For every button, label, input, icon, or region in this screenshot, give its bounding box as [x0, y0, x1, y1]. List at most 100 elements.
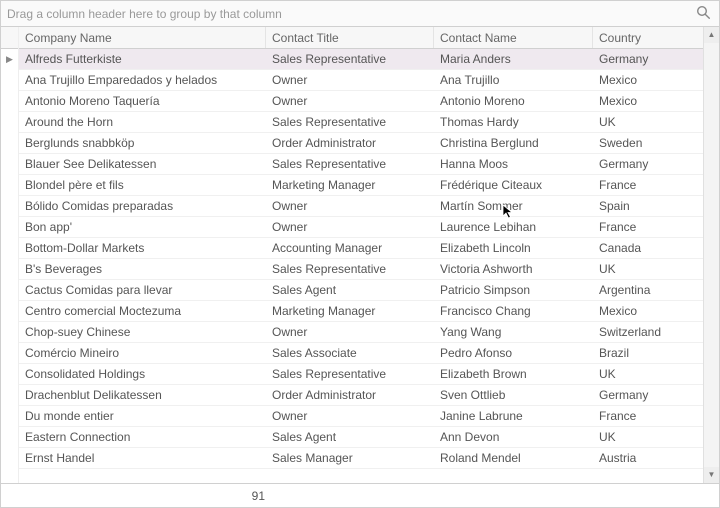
table-body: Alfreds Futterkiste Sales Representative M… [19, 49, 703, 483]
table-row[interactable]: Antonio Moreno TaqueríaOwnerAntonio More… [19, 91, 703, 112]
cell-contact: Sven Ottlieb [434, 385, 593, 405]
table-row[interactable]: Blauer See DelikatessenSales Representat… [19, 154, 703, 175]
table-row[interactable]: Ernst HandelSales ManagerRoland MendelAu… [19, 448, 703, 469]
table-row[interactable]: Blondel père et filsMarketing ManagerFré… [19, 175, 703, 196]
row-selector[interactable] [1, 70, 18, 91]
cell-title: Accounting Manager [266, 238, 434, 258]
table-row[interactable]: Comércio MineiroSales AssociatePedro Afo… [19, 343, 703, 364]
row-selector[interactable] [1, 364, 18, 385]
table-row[interactable]: Bottom-Dollar MarketsAccounting ManagerE… [19, 238, 703, 259]
cell-country: Switzerland [593, 322, 689, 342]
row-selector[interactable] [1, 343, 18, 364]
row-selector[interactable] [1, 385, 18, 406]
cell-company: Drachenblut Delikatessen [19, 385, 266, 405]
cell-contact: Thomas Hardy [434, 112, 593, 132]
table-row[interactable]: Drachenblut DelikatessenOrder Administra… [19, 385, 703, 406]
cell-title: Sales Agent [266, 427, 434, 447]
cell-title: Sales Associate [266, 343, 434, 363]
row-selector[interactable] [1, 406, 18, 427]
cell-country: France [593, 217, 689, 237]
data-grid: Drag a column header here to group by th… [0, 0, 720, 508]
cell-title: Owner [266, 217, 434, 237]
cell-title: Sales Manager [266, 448, 434, 468]
table-row[interactable]: Berglunds snabbköpOrder AdministratorChr… [19, 133, 703, 154]
cell-company: Antonio Moreno Taquería [19, 91, 266, 111]
cell-title: Marketing Manager [266, 301, 434, 321]
row-selector[interactable] [1, 217, 18, 238]
table-row[interactable]: Around the HornSales RepresentativeThoma… [19, 112, 703, 133]
row-selector[interactable] [1, 154, 18, 175]
row-selector[interactable] [1, 448, 18, 469]
row-selector[interactable] [1, 175, 18, 196]
table-row[interactable]: B's BeveragesSales RepresentativeVictori… [19, 259, 703, 280]
column-header-contact[interactable]: Contact Name [434, 27, 593, 48]
scroll-up-button[interactable]: ▲ [704, 27, 719, 43]
cell-contact: Francisco Chang [434, 301, 593, 321]
cell-company: Blondel père et fils [19, 175, 266, 195]
cell-title: Sales Representative [266, 259, 434, 279]
cell-company: Alfreds Futterkiste [19, 49, 266, 69]
cell-country: France [593, 175, 689, 195]
column-header-country[interactable]: Country [593, 27, 689, 48]
cell-company: Blauer See Delikatessen [19, 154, 266, 174]
cell-contact: Janine Labrune [434, 406, 593, 426]
row-selector[interactable] [1, 322, 18, 343]
table-row[interactable]: Bon app'OwnerLaurence LebihanFrance [19, 217, 703, 238]
table-row[interactable]: Cactus Comidas para llevarSales AgentPat… [19, 280, 703, 301]
cell-contact: Elizabeth Lincoln [434, 238, 593, 258]
cell-contact: Frédérique Citeaux [434, 175, 593, 195]
cell-contact: Pedro Afonso [434, 343, 593, 363]
search-icon[interactable] [696, 5, 711, 23]
row-selector[interactable] [1, 238, 18, 259]
group-by-placeholder: Drag a column header here to group by th… [7, 7, 282, 21]
cell-company: Consolidated Holdings [19, 364, 266, 384]
cell-country: Mexico [593, 91, 689, 111]
row-count: 91 [235, 489, 265, 503]
row-selector[interactable] [1, 427, 18, 448]
cell-company: Ana Trujillo Emparedados y helados [19, 70, 266, 90]
cell-contact: Maria Anders [434, 49, 593, 69]
table-row[interactable]: Eastern ConnectionSales AgentAnn DevonUK [19, 427, 703, 448]
cell-country: Sweden [593, 133, 689, 153]
cell-contact: Ann Devon [434, 427, 593, 447]
row-selector[interactable] [1, 280, 18, 301]
cell-country: UK [593, 112, 689, 132]
vertical-scrollbar[interactable]: ▲ ▼ [703, 27, 719, 483]
table-row[interactable]: Bólido Comidas preparadasOwnerMartín Som… [19, 196, 703, 217]
table-row[interactable]: Consolidated HoldingsSales Representativ… [19, 364, 703, 385]
row-selector[interactable] [1, 259, 18, 280]
cell-company: Bottom-Dollar Markets [19, 238, 266, 258]
table-row[interactable]: Centro comercial MoctezumaMarketing Mana… [19, 301, 703, 322]
row-selector[interactable] [1, 91, 18, 112]
cell-contact: Laurence Lebihan [434, 217, 593, 237]
table-row[interactable]: Ana Trujillo Emparedados y heladosOwnerA… [19, 70, 703, 91]
cell-contact: Victoria Ashworth [434, 259, 593, 279]
cell-country: Germany [593, 385, 689, 405]
cell-country: UK [593, 259, 689, 279]
table-row[interactable]: Alfreds FutterkisteSales RepresentativeM… [19, 49, 703, 70]
cell-company: Bon app' [19, 217, 266, 237]
cell-title: Owner [266, 406, 434, 426]
row-selector[interactable] [1, 301, 18, 322]
grid-footer: 91 [1, 483, 719, 507]
cell-title: Sales Agent [266, 280, 434, 300]
cell-contact: Hanna Moos [434, 154, 593, 174]
table-row[interactable]: Du monde entierOwnerJanine LabruneFrance [19, 406, 703, 427]
scroll-down-button[interactable]: ▼ [704, 467, 719, 483]
cell-title: Order Administrator [266, 385, 434, 405]
table-row[interactable]: Chop-suey ChineseOwnerYang WangSwitzerla… [19, 322, 703, 343]
row-selector[interactable] [1, 133, 18, 154]
cell-contact: Ana Trujillo [434, 70, 593, 90]
column-header-company[interactable]: Company Name [19, 27, 266, 48]
cell-country: Germany [593, 154, 689, 174]
column-header-title[interactable]: Contact Title [266, 27, 434, 48]
row-selector[interactable] [1, 196, 18, 217]
cell-title: Sales Representative [266, 154, 434, 174]
group-by-panel[interactable]: Drag a column header here to group by th… [1, 1, 719, 27]
row-selector[interactable]: ▶ [1, 49, 18, 70]
row-selector[interactable] [1, 112, 18, 133]
cell-title: Sales Representative [266, 112, 434, 132]
cell-company: B's Beverages [19, 259, 266, 279]
cell-company: Cactus Comidas para llevar [19, 280, 266, 300]
cell-contact: Elizabeth Brown [434, 364, 593, 384]
